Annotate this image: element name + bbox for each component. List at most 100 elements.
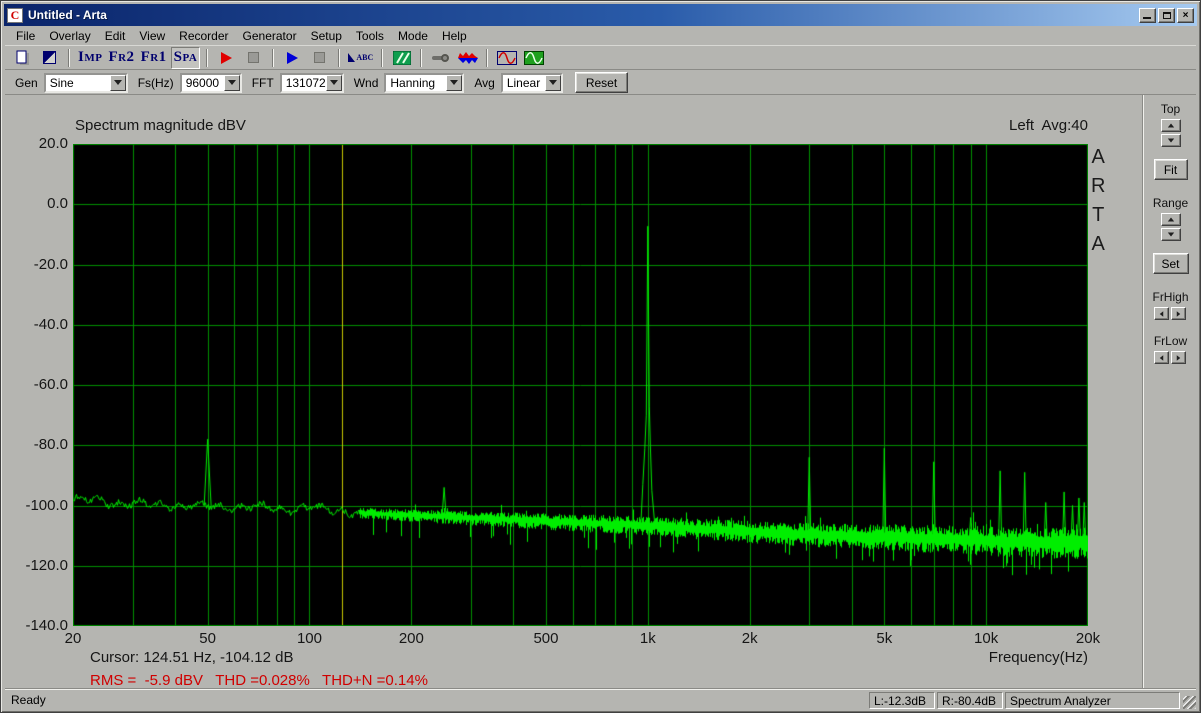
chevron-down-icon <box>330 80 338 85</box>
fft-dropdown-button[interactable] <box>326 75 342 91</box>
menu-edit[interactable]: Edit <box>98 27 133 45</box>
fs-combobox[interactable]: 96000 <box>180 73 242 93</box>
y-tick-label: 20.0 <box>5 135 68 152</box>
avg-dropdown-button[interactable] <box>545 75 561 91</box>
wnd-combobox[interactable]: Hanning <box>384 73 464 93</box>
title-bar: C Untitled - Arta × <box>4 4 1197 26</box>
menu-bar: File Overlay Edit View Recorder Generato… <box>5 27 1196 45</box>
menu-file[interactable]: File <box>9 27 42 45</box>
maximize-icon <box>1163 12 1171 19</box>
frlow-arrows <box>1154 351 1188 364</box>
x-tick-label: 50 <box>178 630 238 647</box>
fft-combobox[interactable]: 131072 <box>280 73 344 93</box>
x-tick-label: 20 <box>43 630 103 647</box>
frlow-right-button[interactable] <box>1171 351 1186 364</box>
wnd-label: Wnd <box>354 76 379 90</box>
generator-stop-button[interactable] <box>307 47 332 69</box>
frlow-left-button[interactable] <box>1154 351 1169 364</box>
frhigh-arrows <box>1154 307 1188 320</box>
spectrum-plot[interactable] <box>73 144 1088 626</box>
x-tick-label: 1k <box>618 630 678 647</box>
menu-recorder[interactable]: Recorder <box>172 27 235 45</box>
fs-value: 96000 <box>182 75 224 91</box>
gen-dropdown-button[interactable] <box>110 75 126 91</box>
controls-bar: Gen Sine Fs(Hz) 96000 FFT 131072 Wnd Han… <box>5 71 1196 95</box>
resize-grip[interactable] <box>1183 696 1196 709</box>
x-tick-label: 20k <box>1058 630 1118 647</box>
impulse-mode-button[interactable]: Imp <box>76 47 104 69</box>
wnd-value: Hanning <box>386 75 446 91</box>
minimize-button[interactable] <box>1139 8 1156 23</box>
close-button[interactable]: × <box>1177 8 1194 23</box>
top-down-button[interactable] <box>1161 134 1181 147</box>
spa-mode-button[interactable]: Spa <box>171 47 201 69</box>
overlap-button[interactable] <box>389 47 414 69</box>
toolbar-separator <box>381 49 383 67</box>
status-bar: Ready L:-12.3dB R:-80.4dB Spectrum Analy… <box>5 689 1196 709</box>
menu-setup[interactable]: Setup <box>304 27 349 45</box>
fr2-icon: Fr2 <box>108 50 134 65</box>
x-tick-label: 100 <box>279 630 339 647</box>
toolbar-separator <box>486 49 488 67</box>
menu-generator[interactable]: Generator <box>236 27 304 45</box>
spa-icon: Spa <box>174 50 198 65</box>
fr2-mode-button[interactable]: Fr2 <box>106 47 136 69</box>
record-start-button[interactable] <box>214 47 239 69</box>
overlap-icon <box>393 51 411 65</box>
toolbar-separator <box>206 49 208 67</box>
maximize-button[interactable] <box>1158 8 1175 23</box>
signal-levels-button[interactable] <box>455 47 480 69</box>
y-tick-label: -20.0 <box>5 256 68 273</box>
range-label: Range <box>1153 196 1188 210</box>
frlow-label: FrLow <box>1154 334 1187 348</box>
spectrum-scaling-button[interactable] <box>521 47 546 69</box>
top-label: Top <box>1161 102 1180 116</box>
arrow-right-icon <box>1176 355 1180 361</box>
window-title: Untitled - Arta <box>28 8 1137 22</box>
calibrate-flag-icon <box>348 53 355 62</box>
status-message: Ready <box>11 693 46 707</box>
reset-button[interactable]: Reset <box>575 72 628 93</box>
mode-indicator: Spectrum Analyzer <box>1005 692 1180 709</box>
fs-dropdown-button[interactable] <box>224 75 240 91</box>
side-panel: Top Fit Range Set FrHigh FrLow <box>1142 95 1198 691</box>
wnd-dropdown-button[interactable] <box>446 75 462 91</box>
x-tick-label: 10k <box>956 630 1016 647</box>
range-up-button[interactable] <box>1161 213 1181 226</box>
menu-help[interactable]: Help <box>435 27 474 45</box>
menu-mode[interactable]: Mode <box>391 27 435 45</box>
arrow-right-icon <box>1176 311 1180 317</box>
avg-value: Linear <box>503 75 545 91</box>
record-stop-button[interactable] <box>241 47 266 69</box>
menu-tools[interactable]: Tools <box>349 27 391 45</box>
sine-green-icon <box>524 51 544 65</box>
signal-generator-setup-button[interactable] <box>494 47 519 69</box>
range-down-button[interactable] <box>1161 228 1181 241</box>
fft-value: 131072 <box>282 75 326 91</box>
frhigh-right-button[interactable] <box>1171 307 1186 320</box>
gen-combobox[interactable]: Sine <box>44 73 128 93</box>
top-up-button[interactable] <box>1161 119 1181 132</box>
sine-red-icon <box>497 51 517 65</box>
fr1-mode-button[interactable]: Fr1 <box>139 47 169 69</box>
gen-value: Sine <box>46 75 110 91</box>
close-icon: × <box>1183 10 1189 21</box>
fit-button[interactable]: Fit <box>1154 159 1188 180</box>
chevron-down-icon <box>549 80 557 85</box>
microphone-button[interactable] <box>428 47 453 69</box>
overlay-button[interactable] <box>37 47 62 69</box>
minimize-icon <box>1143 17 1151 19</box>
cursor-readout: Cursor: 124.51 Hz, -104.12 dB <box>90 649 293 666</box>
set-button[interactable]: Set <box>1153 253 1189 274</box>
overlay-icon <box>43 51 56 64</box>
menu-view[interactable]: View <box>132 27 172 45</box>
generator-start-button[interactable] <box>280 47 305 69</box>
menu-overlay[interactable]: Overlay <box>42 27 97 45</box>
calibrate-button[interactable]: abc <box>346 47 375 69</box>
generator-play-icon <box>287 52 298 64</box>
new-file-button[interactable] <box>10 47 35 69</box>
calibrate-abc-icon: abc <box>356 50 373 65</box>
arta-brand-mark: A R T A <box>1091 143 1105 259</box>
frhigh-left-button[interactable] <box>1154 307 1169 320</box>
avg-combobox[interactable]: Linear <box>501 73 563 93</box>
